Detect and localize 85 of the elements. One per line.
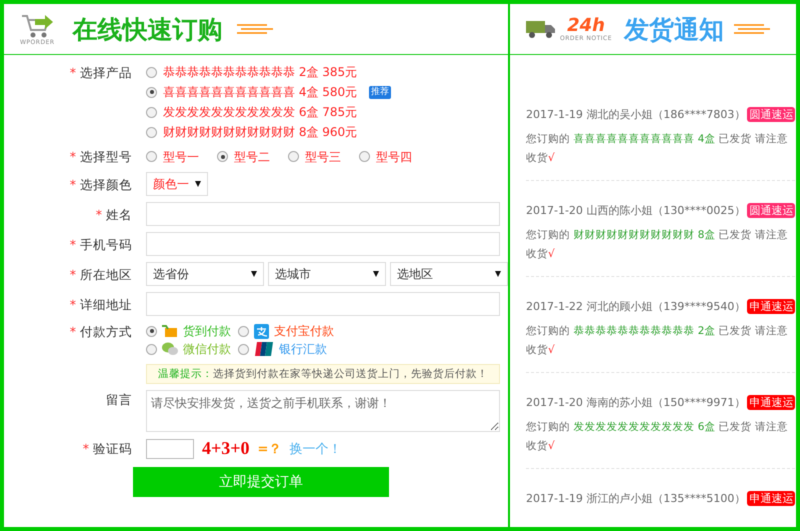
product-option: 喜喜喜喜喜喜喜喜喜喜喜 4盒 580元 bbox=[163, 83, 358, 101]
radio-button[interactable] bbox=[146, 344, 157, 354]
radio-button[interactable] bbox=[238, 344, 249, 354]
radio-button[interactable] bbox=[238, 326, 249, 336]
captcha-question: 4+3+0 bbox=[202, 438, 250, 459]
required-asterisk: * bbox=[70, 65, 76, 80]
field-label: * 付款方式 bbox=[68, 323, 133, 341]
radio-button[interactable] bbox=[146, 86, 157, 98]
panel-title: 发货通知 bbox=[624, 14, 724, 46]
input-field[interactable] bbox=[146, 292, 500, 316]
color-dropdown[interactable]: 颜色一 bbox=[146, 172, 208, 196]
courier-badge: 申通速运 bbox=[747, 491, 796, 506]
field-label: * 选择产品 bbox=[68, 64, 133, 82]
caret-icon bbox=[373, 271, 379, 277]
field-label: * 姓名 bbox=[94, 206, 133, 224]
captcha-equals: =？ bbox=[258, 440, 282, 458]
field-label: * 选择型号 bbox=[68, 148, 133, 166]
notice-info: 2017-1-22 河北的顾小姐（139****9540） bbox=[526, 299, 746, 314]
notice-info: 2017-1-19 浙江的卢小姐（135****5100） bbox=[526, 491, 746, 506]
notice-message: 您订购的 财财财财财财财财财财财 8盒 已发货 请注意收货√ bbox=[526, 228, 790, 262]
region-dropdown[interactable]: 选城市 bbox=[268, 262, 386, 286]
required-asterisk: * bbox=[96, 206, 102, 222]
notice-message: 您订购的 恭恭恭恭恭恭恭恭恭恭恭 2盒 已发货 请注意收货√ bbox=[526, 324, 790, 358]
bank-card-icon bbox=[254, 342, 274, 356]
parcel-icon bbox=[162, 324, 178, 338]
notice-message: 您订购的 喜喜喜喜喜喜喜喜喜喜喜 4盒 已发货 请注意收货√ bbox=[526, 132, 790, 166]
product-option: 恭恭恭恭恭恭恭恭恭恭恭 2盒 385元 bbox=[163, 63, 358, 81]
radio-button[interactable] bbox=[146, 66, 157, 78]
radio-button[interactable] bbox=[359, 151, 370, 162]
message-field[interactable]: 请尽快安排发货，送货之前手机联系，谢谢！ bbox=[146, 390, 500, 432]
required-asterisk: * bbox=[70, 236, 76, 252]
field-label: * 详细地址 bbox=[68, 296, 133, 314]
courier-badge: 圆通速运 bbox=[747, 107, 796, 122]
caret-icon bbox=[251, 271, 257, 277]
logo-badge-text: 24h bbox=[567, 16, 605, 34]
required-asterisk: * bbox=[82, 441, 89, 456]
captcha-field[interactable] bbox=[146, 438, 194, 458]
field-label: * 所在地区 bbox=[68, 266, 133, 284]
region-dropdown[interactable]: 选地区 bbox=[390, 262, 508, 286]
radio-button[interactable] bbox=[217, 151, 228, 162]
input-field[interactable] bbox=[146, 202, 500, 226]
product-option: 财财财财财财财财财财财 8盒 960元 bbox=[163, 123, 358, 141]
required-asterisk: * bbox=[70, 324, 76, 339]
courier-badge: 圆通速运 bbox=[747, 203, 796, 218]
product-option: 发发发发发发发发发发发 6盒 785元 bbox=[163, 103, 358, 121]
courier-badge: 申通速运 bbox=[747, 395, 796, 410]
caret-icon bbox=[195, 181, 201, 187]
required-asterisk: * bbox=[70, 149, 76, 164]
truck-icon bbox=[526, 19, 556, 39]
recommend-badge: 推荐 bbox=[369, 86, 392, 98]
required-asterisk: * bbox=[70, 296, 76, 312]
cart-icon bbox=[20, 12, 54, 38]
field-label: * 选择颜色 bbox=[68, 176, 133, 194]
notice-info: 2017-1-20 山西的陈小姐（130****0025） bbox=[526, 203, 746, 218]
radio-button[interactable] bbox=[146, 126, 157, 138]
notice-info: 2017-1-19 湖北的吴小姐（186****7803） bbox=[526, 107, 746, 122]
required-asterisk: * bbox=[70, 176, 76, 192]
payment-option: 银行汇款 bbox=[279, 340, 327, 358]
payment-option: 支付宝付款 bbox=[274, 322, 334, 340]
radio-button[interactable] bbox=[146, 106, 157, 118]
input-field[interactable] bbox=[146, 232, 500, 256]
courier-badge: 申通速运 bbox=[747, 299, 796, 314]
notice-message: 您订购的 发发发发发发发发发发发 6盒 已发货 请注意收货√ bbox=[526, 420, 790, 454]
caret-icon bbox=[495, 271, 501, 277]
region-dropdown[interactable]: 选省份 bbox=[146, 262, 264, 286]
chat-bubbles-icon bbox=[162, 342, 178, 356]
field-label: * 手机号码 bbox=[68, 236, 133, 254]
required-asterisk: * bbox=[70, 266, 76, 282]
alipay-icon bbox=[254, 324, 269, 338]
payment-option: 微信付款 bbox=[183, 340, 231, 358]
decorative-lines-icon bbox=[734, 23, 770, 35]
field-label: 留言 bbox=[105, 391, 133, 409]
notice-info: 2017-1-20 海南的苏小姐（150****9971） bbox=[526, 395, 746, 410]
radio-button[interactable] bbox=[146, 326, 157, 336]
model-option: 型号四 bbox=[376, 148, 412, 166]
radio-button[interactable] bbox=[288, 151, 299, 162]
radio-button[interactable] bbox=[146, 151, 157, 162]
payment-option: 货到付款 bbox=[183, 322, 231, 340]
model-option: 型号二 bbox=[234, 148, 270, 166]
decorative-lines-icon bbox=[236, 23, 273, 35]
model-option: 型号三 bbox=[305, 148, 341, 166]
panel-title: 在线快速订购 bbox=[72, 14, 223, 46]
tip-banner: 温馨提示：选择货到付款在家等快递公司送货上门，先验货后付款！ bbox=[146, 364, 500, 384]
model-option: 型号一 bbox=[163, 148, 199, 166]
field-label: * 验证码 bbox=[82, 440, 133, 458]
